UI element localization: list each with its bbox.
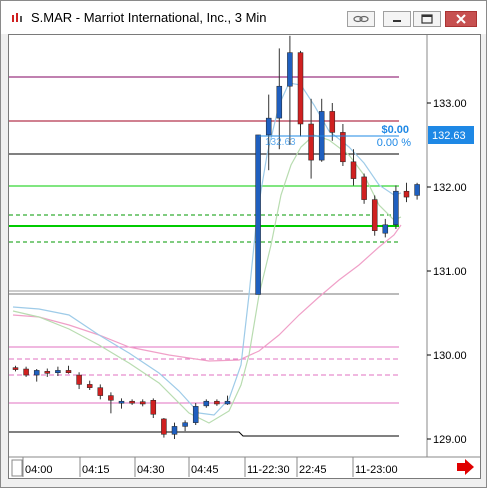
candle-body [371, 199, 378, 231]
price-chart[interactable]: $0.00 0.00 % 132.63 133.00 132.00 131.00… [9, 35, 480, 478]
candle-body [329, 111, 336, 133]
close-icon [456, 14, 466, 24]
time-tick-label: 04:30 [137, 464, 165, 476]
candle-body [287, 52, 293, 87]
candle-body [255, 134, 261, 295]
time-tick-label: 22:45 [299, 464, 327, 476]
candle-body [182, 422, 188, 427]
candle-body [340, 132, 346, 163]
candle-body [161, 418, 167, 435]
pnl-pct-label: 0.00 % [377, 137, 411, 149]
candle-body [224, 400, 231, 405]
time-tick-label: 11-23:00 [355, 464, 398, 476]
candle-body [76, 374, 82, 385]
maximize-icon [421, 14, 433, 24]
candle-body [297, 52, 304, 125]
candle-body [203, 400, 210, 407]
scroll-right-arrow-icon[interactable] [457, 459, 474, 475]
candle-body [403, 190, 410, 198]
candles [12, 35, 420, 439]
candle-body [97, 387, 104, 396]
close-button[interactable] [445, 11, 477, 27]
candle-body [171, 426, 178, 435]
link-icon [353, 15, 369, 23]
price-tick-label: 129.00 [433, 434, 467, 446]
candle-body [86, 384, 93, 388]
price-axis: 133.00 132.00 131.00 130.00 129.00 132.6… [427, 98, 474, 446]
time-axis-scroll-box[interactable] [11, 459, 23, 477]
time-tick-label: 04:00 [25, 464, 53, 476]
candle-body [308, 123, 314, 161]
link-button[interactable] [347, 11, 375, 27]
price-tick-label: 133.00 [433, 98, 467, 110]
candle-body [192, 406, 199, 423]
candle-body [44, 371, 51, 374]
candle-body [55, 370, 61, 373]
candle-body [150, 400, 157, 415]
candle-body [12, 367, 19, 370]
time-tick-label: 04:15 [82, 464, 110, 476]
candle-body [361, 176, 367, 200]
candle-body [65, 370, 72, 373]
ma-mid-line [12, 134, 402, 424]
price-tick-label: 131.00 [433, 266, 467, 278]
title-bar[interactable]: S.MAR - Marriot International, Inc., 3 M… [1, 1, 486, 34]
candle-body [139, 401, 146, 405]
candle-body [23, 368, 29, 376]
minimize-icon [393, 20, 401, 22]
candle-body [129, 400, 135, 404]
candle-body [276, 85, 283, 119]
level-lines [9, 76, 399, 437]
candle-body [382, 224, 389, 234]
candle-body [108, 395, 114, 401]
chart-area[interactable]: $0.00 0.00 % 132.63 133.00 132.00 131.00… [8, 34, 481, 479]
time-axis: 04:00 04:15 04:30 04:45 11-22:30 22:45 1… [11, 457, 474, 477]
time-tick-label: 11-22:30 [247, 464, 290, 476]
candle-body [118, 400, 125, 404]
entry-price-label: 132.63 [265, 137, 296, 148]
candle-body [393, 190, 399, 226]
candle-body [214, 400, 220, 405]
candle-body [414, 184, 420, 196]
chart-window: S.MAR - Marriot International, Inc., 3 M… [0, 0, 487, 488]
chart-app-icon [12, 13, 22, 22]
maximize-button[interactable] [413, 11, 441, 27]
price-tick-label: 132.00 [433, 182, 467, 194]
time-tick-label: 04:45 [191, 464, 219, 476]
candle-body [350, 161, 357, 179]
ma-slow-line [12, 224, 402, 362]
candle-body [265, 117, 272, 136]
price-tick-label: 130.00 [433, 350, 467, 362]
pnl-label: $0.00 [381, 124, 409, 136]
current-price-label: 132.63 [432, 130, 466, 142]
minimize-button[interactable] [383, 11, 411, 27]
candle-body [33, 370, 40, 376]
window-title: S.MAR - Marriot International, Inc., 3 M… [31, 10, 267, 25]
level-line [9, 431, 399, 437]
